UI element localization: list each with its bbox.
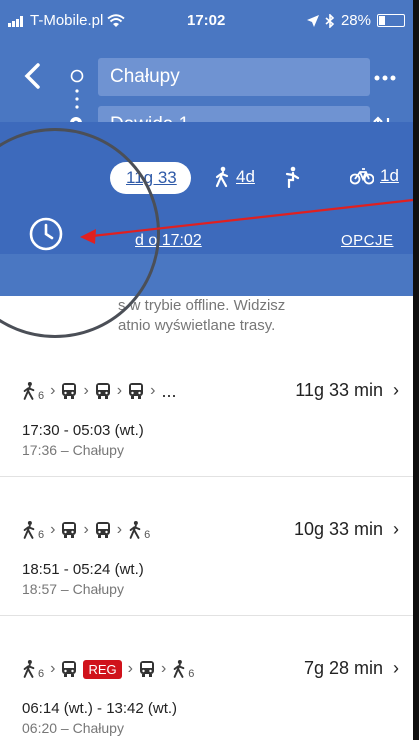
options-link[interactable]: OPCJE (341, 232, 394, 249)
route-steps: 6 › › › 6 (22, 519, 150, 541)
route-departure: 17:36 – Chałupy (22, 442, 124, 458)
chevron-right-icon: › (83, 382, 89, 399)
bus-icon (139, 661, 154, 677)
chevron-right-icon: › (393, 380, 399, 400)
walking-icon (173, 659, 185, 678)
route-duration: 7g 28 min › (304, 658, 399, 679)
route-departure: 18:57 – Chałupy (22, 581, 124, 597)
screen-edge (413, 0, 419, 740)
chevron-right-icon: › (127, 660, 133, 677)
bus-icon (95, 522, 110, 538)
bus-icon (129, 383, 144, 399)
status-bar: T-Mobile.pl 17:02 28% (0, 0, 413, 42)
tab-walking-label: 4d (236, 167, 255, 186)
chevron-right-icon: › (50, 521, 56, 538)
tab-cycling[interactable]: 1d (350, 166, 399, 186)
bus-icon (62, 522, 77, 538)
chevron-right-icon: › (83, 521, 89, 538)
route-option[interactable]: 6 › REG › › 6 7g 28 min › 06:14 (wt.) - … (0, 636, 413, 740)
route-option[interactable]: 6 › › › › ... 11g 33 min › 17:30 - 05:03… (0, 358, 413, 477)
walk-minutes: 6 (144, 529, 151, 541)
bicycle-icon (350, 168, 374, 185)
route-times: 18:51 - 05:24 (wt.) (22, 561, 144, 578)
walking-icon (23, 659, 35, 678)
route-duration-text: 11g 33 min (295, 380, 383, 400)
chevron-right-icon: › (160, 660, 167, 677)
chevron-right-icon: › (50, 382, 56, 399)
route-dots-icon (75, 89, 79, 109)
bus-icon (62, 661, 77, 677)
route-departure: 06:20 – Chałupy (22, 720, 124, 736)
route-duration: 10g 33 min › (294, 519, 399, 540)
walk-minutes: 6 (38, 668, 45, 680)
chevron-right-icon: › (393, 658, 399, 678)
signal-icon (8, 15, 23, 27)
origin-input[interactable]: Chałupy (98, 58, 370, 96)
walking-icon (23, 381, 35, 400)
app-screen: T-Mobile.pl 17:02 28% Chałupy Dawida 1 (0, 0, 419, 740)
chevron-right-icon: › (50, 660, 56, 677)
ride-hail-icon (285, 166, 300, 188)
walk-minutes: 6 (38, 390, 45, 402)
status-icons: 28% (306, 12, 405, 29)
offline-notice-text: s w trybie offline. Widzisz atnio wyświe… (118, 296, 398, 336)
more-steps-ellipsis: ... (161, 380, 177, 401)
bus-icon (62, 383, 77, 399)
route-times: 06:14 (wt.) - 13:42 (wt.) (22, 700, 178, 717)
walking-icon (129, 520, 141, 539)
clock-icon[interactable] (26, 214, 66, 254)
chevron-right-icon: › (116, 382, 123, 399)
wifi-icon (107, 13, 125, 27)
route-steps: 6 › REG › › 6 (22, 658, 194, 680)
route-duration-text: 10g 33 min (293, 519, 383, 539)
tab-ride[interactable] (282, 166, 306, 188)
route-option[interactable]: 6 › › › 6 10g 33 min › 18:51 - 05:24 (wt… (0, 497, 413, 616)
tab-walking[interactable]: 4d (214, 166, 255, 188)
route-duration: 11g 33 min › (295, 380, 399, 401)
origin-circle-icon (70, 69, 84, 83)
location-arrow-icon (306, 14, 319, 27)
bluetooth-icon (325, 13, 335, 28)
more-options-icon[interactable] (367, 60, 403, 96)
carrier-name: T-Mobile.pl (30, 12, 104, 29)
route-times: 17:30 - 05:03 (wt.) (22, 422, 144, 439)
offline-notice-line2: atnio wyświetlane trasy. (118, 317, 276, 334)
walk-minutes: 6 (188, 668, 195, 680)
route-steps: 6 › › › › ... (22, 380, 176, 402)
bus-icon (95, 383, 110, 399)
battery-percent: 28% (340, 12, 371, 29)
regional-train-badge: REG (83, 659, 122, 679)
walking-icon (215, 166, 229, 188)
walk-minutes: 6 (38, 529, 45, 541)
back-chevron-icon[interactable] (20, 62, 44, 90)
route-duration-text: 7g 28 min (303, 658, 383, 678)
chevron-right-icon: › (393, 519, 399, 539)
walking-icon (23, 520, 35, 539)
clock-time: 17:02 (187, 12, 226, 29)
battery-icon (377, 14, 405, 27)
transport-tabs: 11g 33 4d 1d (110, 162, 413, 202)
chevron-right-icon: › (116, 521, 123, 538)
chevron-right-icon: › (150, 382, 156, 399)
offline-notice-line1: s w trybie offline. Widzisz (118, 297, 286, 314)
tab-cycling-label: 1d (380, 166, 399, 185)
carrier-group: T-Mobile.pl (8, 12, 125, 29)
